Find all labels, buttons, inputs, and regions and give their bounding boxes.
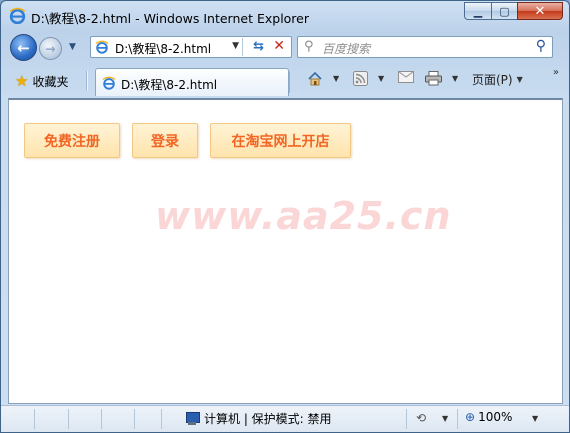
window-title: D:\教程\8-2.html - Windows Internet Explor… bbox=[31, 11, 310, 26]
open-shop-button[interactable]: 在淘宝网上开店 bbox=[210, 123, 351, 158]
status-divider bbox=[457, 409, 458, 429]
back-button[interactable]: ← bbox=[10, 34, 37, 61]
maximize-icon: ▢ bbox=[499, 4, 510, 18]
browser-window: D:\教程\8-2.html - Windows Internet Explor… bbox=[0, 0, 570, 433]
free-register-button[interactable]: 免费注册 bbox=[24, 123, 120, 158]
address-divider bbox=[242, 38, 243, 56]
rss-feed-icon bbox=[353, 71, 368, 86]
close-button[interactable]: ✕ bbox=[517, 2, 563, 20]
zoom-control[interactable]: ⊕ 100% bbox=[465, 410, 512, 424]
computer-icon bbox=[184, 411, 200, 426]
home-dropdown-icon[interactable]: ▼ bbox=[333, 74, 339, 83]
status-divider bbox=[101, 409, 102, 429]
page-content: 免费注册 登录 在淘宝网上开店 www.aa25.cn bbox=[8, 98, 563, 404]
close-icon: ✕ bbox=[534, 3, 546, 19]
address-dropdown-icon[interactable]: ▼ bbox=[232, 41, 239, 51]
zoom-level: 100% bbox=[478, 410, 513, 424]
favorites-label: 收藏夹 bbox=[32, 74, 69, 89]
print-dropdown-icon[interactable]: ▼ bbox=[452, 74, 458, 83]
security-zone-text: 计算机 | 保护模式: 禁用 bbox=[204, 412, 332, 426]
zoom-dropdown-icon[interactable]: ▼ bbox=[532, 414, 538, 423]
page-ie-icon bbox=[95, 40, 109, 54]
minimize-icon: ▁ bbox=[473, 4, 483, 18]
tab-command-bar: ★ 收藏夹 D:\教程\8-2.html ▼ ▼ ▼ 页面(P) ▼ » bbox=[1, 65, 569, 97]
security-zone[interactable]: 计算机 | 保护模式: 禁用 bbox=[184, 410, 332, 427]
status-divider bbox=[134, 409, 135, 429]
protected-mode-icon[interactable]: ⟲ bbox=[416, 411, 426, 425]
title-bar: D:\教程\8-2.html - Windows Internet Explor… bbox=[1, 1, 569, 31]
feeds-button[interactable]: ▼ bbox=[353, 71, 384, 86]
forward-arrow-icon: → bbox=[45, 41, 56, 56]
page-menu-dropdown-icon: ▼ bbox=[516, 75, 523, 84]
home-icon bbox=[308, 71, 322, 86]
print-button[interactable]: ▼ bbox=[425, 71, 458, 86]
page-menu-label: 页面(P) bbox=[472, 73, 513, 87]
read-mail-button[interactable] bbox=[398, 71, 414, 83]
favorites-button[interactable]: ★ 收藏夹 bbox=[15, 72, 68, 90]
back-arrow-icon: ← bbox=[17, 38, 30, 57]
mail-icon bbox=[398, 71, 414, 83]
search-icon[interactable]: ⚲ bbox=[536, 38, 546, 54]
home-button[interactable]: ▼ bbox=[307, 71, 339, 86]
status-divider bbox=[161, 409, 162, 429]
printer-icon bbox=[425, 71, 442, 86]
address-text: D:\教程\8-2.html bbox=[115, 42, 212, 56]
refresh-icon[interactable]: ⇆ bbox=[253, 39, 264, 54]
feeds-dropdown-icon[interactable]: ▼ bbox=[378, 74, 384, 83]
address-bar[interactable]: D:\教程\8-2.html ▼ ⇆ ✕ bbox=[90, 36, 292, 58]
search-input[interactable]: 百度搜索 bbox=[322, 40, 370, 57]
search-provider-icon: ⚲ bbox=[304, 39, 314, 54]
recent-pages-dropdown[interactable]: ▼ bbox=[69, 42, 76, 52]
page-menu-button[interactable]: 页面(P) ▼ bbox=[472, 71, 523, 88]
status-divider bbox=[406, 409, 407, 429]
zoom-icon: ⊕ bbox=[465, 410, 476, 424]
protected-mode-dropdown-icon[interactable]: ▼ bbox=[442, 414, 448, 423]
status-divider bbox=[34, 409, 35, 429]
watermark: www.aa25.cn bbox=[155, 194, 452, 238]
tab-ie-icon bbox=[102, 76, 116, 90]
favorites-star-icon: ★ bbox=[15, 72, 29, 90]
active-tab[interactable]: D:\教程\8-2.html bbox=[95, 68, 289, 96]
toolbar-overflow-chevron-icon[interactable]: » bbox=[553, 67, 559, 78]
favorites-divider bbox=[86, 71, 88, 91]
ie-logo-icon bbox=[9, 7, 26, 24]
forward-button[interactable]: → bbox=[39, 37, 62, 60]
caption-buttons: ▁ ▢ ✕ bbox=[464, 2, 563, 20]
status-bar: 计算机 | 保护模式: 禁用 ⟲ ▼ ⊕ 100% ▼ bbox=[1, 405, 569, 432]
maximize-button[interactable]: ▢ bbox=[491, 2, 517, 20]
stop-icon[interactable]: ✕ bbox=[273, 38, 285, 54]
login-button[interactable]: 登录 bbox=[132, 123, 198, 158]
status-divider bbox=[68, 409, 69, 429]
search-box[interactable]: ⚲ 百度搜索 ⚲ bbox=[297, 36, 553, 58]
minimize-button[interactable]: ▁ bbox=[464, 2, 491, 20]
navigation-bar: ← → ▼ D:\教程\8-2.html ▼ ⇆ ✕ ⚲ 百度搜索 ⚲ bbox=[1, 31, 569, 65]
tab-title: D:\教程\8-2.html bbox=[121, 78, 218, 92]
